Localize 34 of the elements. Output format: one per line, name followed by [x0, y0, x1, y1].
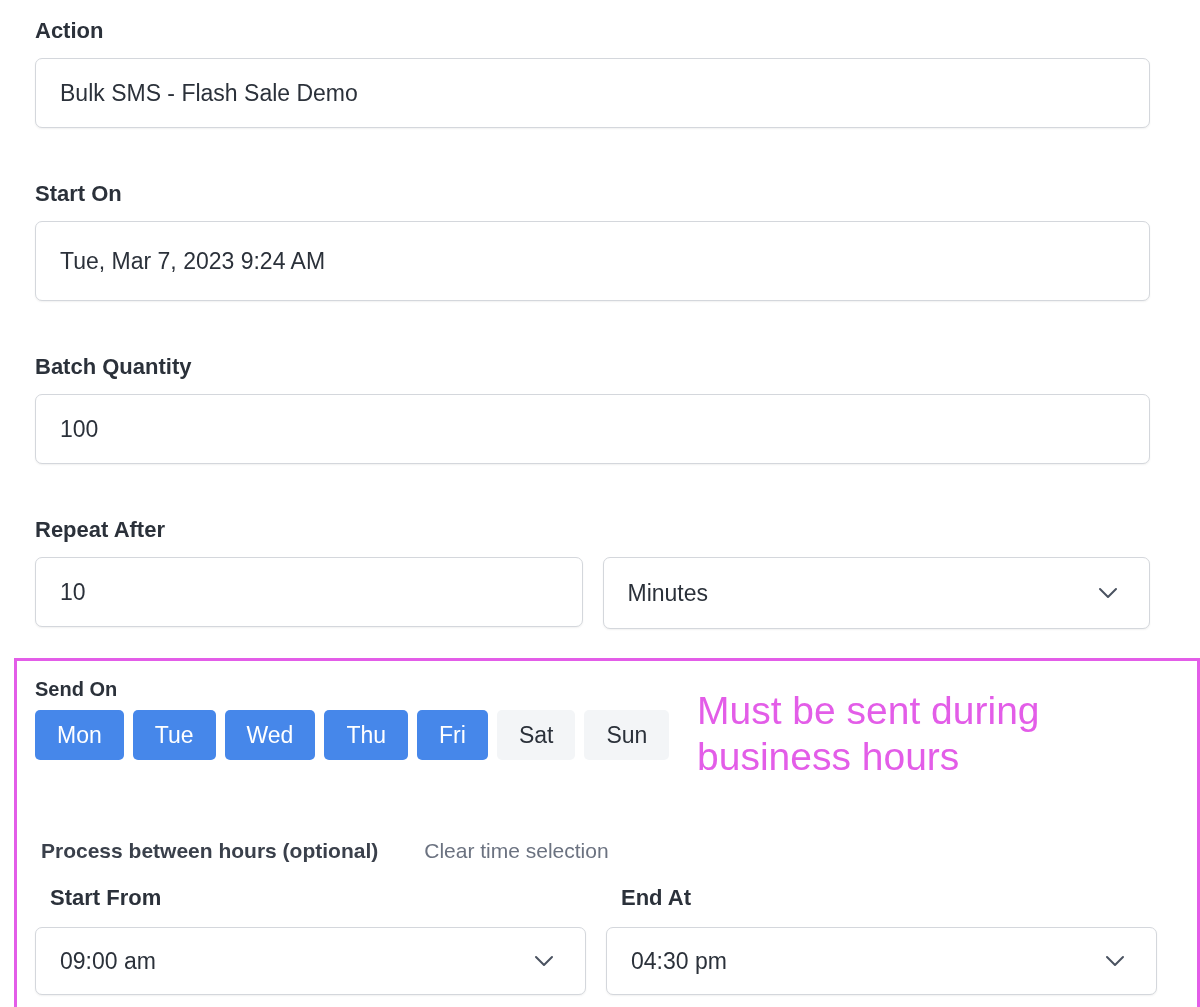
day-toggle[interactable]: Thu — [324, 710, 409, 760]
field-label: Start From — [50, 885, 162, 911]
field-label: Action — [35, 18, 105, 44]
select-field[interactable]: 09:00 am — [35, 927, 586, 995]
day-toggle[interactable]: Sat — [496, 710, 576, 760]
field-value: 10 — [60, 578, 87, 606]
input-field[interactable]: 10 — [35, 557, 583, 627]
field-value: Minutes — [627, 579, 710, 607]
field-value: Bulk SMS - Flash Sale Demo — [60, 79, 359, 107]
input-field[interactable]: Bulk SMS - Flash Sale Demo — [35, 58, 1150, 128]
field-value: 09:00 am — [60, 947, 157, 975]
select-field[interactable]: Minutes — [602, 557, 1150, 629]
field-value: 100 — [60, 415, 100, 443]
day-toggle[interactable]: Sun — [584, 710, 670, 760]
input-field[interactable]: 100 — [35, 394, 1150, 464]
date-time-field[interactable]: Tue, Mar 7, 2023 9:24 AM — [35, 221, 1150, 301]
select-field[interactable]: 04:30 pm — [606, 927, 1157, 995]
field-label: Start On — [35, 181, 123, 207]
day-toggle[interactable]: Fri — [417, 710, 488, 760]
field-value: Tue, Mar 7, 2023 9:24 AM — [60, 247, 327, 275]
day-toggle[interactable]: Tue — [132, 710, 216, 760]
field-label: Send On — [35, 678, 118, 700]
clear-link[interactable]: Clear time selection — [424, 838, 609, 864]
annotation-text: Must be sent during business hours — [697, 688, 1041, 780]
day-toggle[interactable]: Wed — [224, 710, 316, 760]
chevron-down-icon — [533, 954, 555, 968]
section-label: Process between hours (optional) — [41, 838, 379, 864]
field-label: End At — [621, 885, 692, 911]
chevron-down-icon — [1097, 586, 1119, 600]
field-label: Repeat After — [35, 517, 166, 543]
chevron-down-icon — [1104, 954, 1126, 968]
field-label: Batch Quantity — [35, 354, 193, 380]
field-value: 04:30 pm — [631, 947, 728, 975]
day-toggle[interactable]: Mon — [35, 710, 124, 760]
